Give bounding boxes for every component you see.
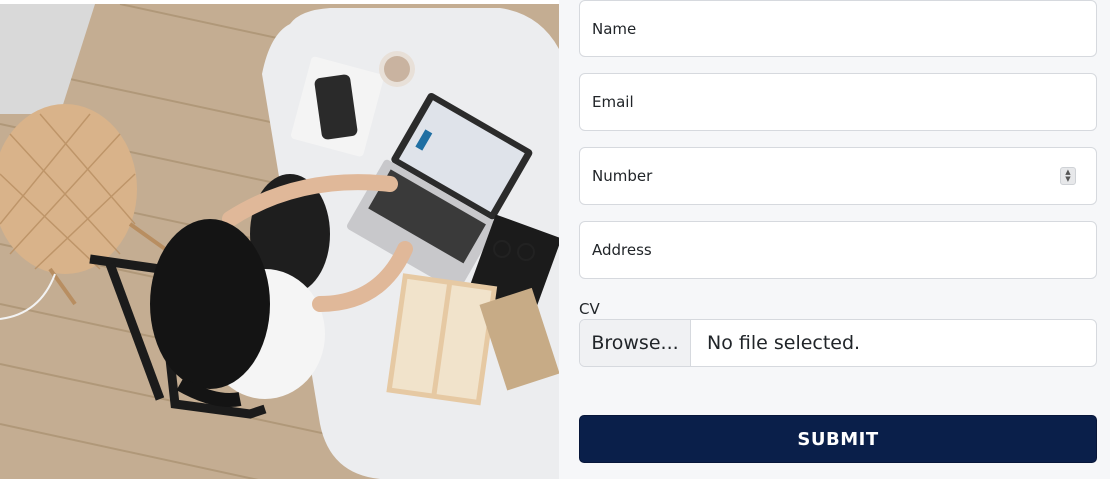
page: Name Email Number ▲ ▼ Address CV Browse.… <box>0 0 1110 479</box>
email-input[interactable]: Email <box>579 73 1097 131</box>
address-placeholder: Address <box>592 241 652 259</box>
name-input[interactable]: Name <box>579 0 1097 57</box>
file-status-text: No file selected. <box>707 332 861 354</box>
name-placeholder: Name <box>592 19 637 38</box>
browse-button[interactable]: Browse... <box>580 320 691 366</box>
email-placeholder: Email <box>592 93 634 111</box>
hero-photo <box>0 4 559 479</box>
number-spinner[interactable]: ▲ ▼ <box>1060 167 1076 185</box>
spinner-down-icon[interactable]: ▼ <box>1065 176 1070 183</box>
number-placeholder: Number <box>592 167 653 185</box>
address-input[interactable]: Address <box>579 221 1097 279</box>
contact-form-panel: Name Email Number ▲ ▼ Address CV Browse.… <box>559 0 1110 479</box>
cv-label: CV <box>579 300 600 318</box>
submit-button[interactable]: SUBMIT <box>579 415 1097 463</box>
number-input[interactable]: Number ▲ ▼ <box>579 147 1097 205</box>
cv-file-input[interactable]: Browse... No file selected. <box>579 319 1097 367</box>
woman-working-on-laptop-image <box>0 4 559 479</box>
